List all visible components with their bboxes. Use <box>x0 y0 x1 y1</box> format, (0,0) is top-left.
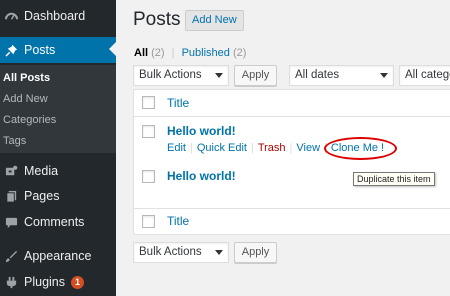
table-row: Hello world! Edit | Quick Edit | Trash | View |… <box>134 117 450 163</box>
apply-button-bottom[interactable]: Apply <box>234 242 277 263</box>
menu-plugins[interactable]: Plugins 1 <box>0 272 116 292</box>
menu-posts-label: Posts <box>24 43 56 57</box>
menu-media[interactable]: Media <box>0 161 116 181</box>
submenu-categories[interactable]: Categories <box>3 114 56 126</box>
table-header-row: Title <box>134 90 450 117</box>
menu-comments-label: Comments <box>24 215 85 229</box>
submenu-tags[interactable]: Tags <box>3 135 26 147</box>
comment-bubble-icon <box>4 215 18 229</box>
menu-posts[interactable]: Posts <box>0 37 116 63</box>
pages-icon <box>4 189 18 203</box>
plug-icon <box>4 275 18 289</box>
page-title: Posts <box>133 9 181 30</box>
filter-published-count: (2) <box>232 47 247 59</box>
paintbrush-icon <box>4 249 18 263</box>
chevron-down-icon <box>215 250 223 255</box>
status-filter-links: All (2) | Published (2) <box>134 47 246 59</box>
apply-button-top[interactable]: Apply <box>234 65 277 86</box>
submenu-all-posts[interactable]: All Posts <box>3 72 50 84</box>
pushpin-icon <box>4 43 18 57</box>
duplicate-tooltip: Duplicate this item <box>353 172 435 186</box>
highlight-ellipse <box>323 137 397 160</box>
clone-link-wrapper: Clone Me ! <box>323 137 397 160</box>
dashboard-icon <box>4 9 18 23</box>
menu-plugins-label: Plugins <box>24 275 65 289</box>
trash-link[interactable]: Trash <box>258 142 286 154</box>
bulk-actions-value: Bulk Actions <box>139 69 202 81</box>
view-link[interactable]: View <box>296 142 320 154</box>
current-menu-arrow <box>109 41 117 57</box>
menu-appearance[interactable]: Appearance <box>0 246 116 266</box>
filter-all-link[interactable]: All <box>134 47 148 59</box>
filter-published-link[interactable]: Published <box>182 47 230 59</box>
menu-pages[interactable]: Pages <box>0 186 116 206</box>
table-row: Hello world! <box>134 163 450 209</box>
date-filter-select[interactable]: All dates <box>289 65 394 86</box>
row-checkbox[interactable] <box>142 170 155 183</box>
select-all-checkbox[interactable] <box>142 96 155 109</box>
posts-table: Title Hello world! Edit | Quick Edit | Trash… <box>133 89 450 235</box>
media-icon <box>4 164 18 178</box>
edit-link[interactable]: Edit <box>167 142 186 154</box>
post-title-link[interactable]: Hello world! <box>167 124 236 138</box>
menu-appearance-label: Appearance <box>24 249 92 263</box>
row-actions: Edit | Quick Edit | Trash | View | Clone Me ! <box>167 137 397 160</box>
filter-all-count: (2) <box>151 47 165 59</box>
menu-dashboard[interactable]: Dashboard <box>0 6 116 26</box>
menu-pages-label: Pages <box>24 189 60 203</box>
menu-media-label: Media <box>24 164 59 178</box>
plugins-update-badge: 1 <box>71 275 84 289</box>
category-filter-select[interactable]: All catego <box>399 65 450 86</box>
bulk-actions-value: Bulk Actions <box>139 246 202 258</box>
table-footer-row: Title <box>134 209 450 236</box>
menu-dashboard-label: Dashboard <box>24 9 86 23</box>
filter-separator: | <box>171 47 175 59</box>
bulk-actions-select-bottom[interactable]: Bulk Actions <box>133 242 229 263</box>
action-separator: | <box>289 142 293 154</box>
select-all-checkbox-footer[interactable] <box>142 215 155 228</box>
row-checkbox[interactable] <box>142 125 155 138</box>
column-title-footer[interactable]: Title <box>167 214 189 228</box>
action-separator: | <box>189 142 193 154</box>
date-filter-value: All dates <box>295 69 340 81</box>
bulk-actions-select-top[interactable]: Bulk Actions <box>133 65 229 86</box>
posts-submenu: All Posts Add New Categories Tags <box>0 65 116 153</box>
column-title-header[interactable]: Title <box>167 96 189 110</box>
action-separator: | <box>250 142 254 154</box>
add-new-button[interactable]: Add New <box>185 10 244 31</box>
submenu-add-new[interactable]: Add New <box>3 93 48 105</box>
chevron-down-icon <box>215 73 223 78</box>
post-title-link[interactable]: Hello world! <box>167 169 236 183</box>
menu-comments[interactable]: Comments <box>0 212 116 232</box>
chevron-down-icon <box>380 73 388 78</box>
admin-sidebar: Dashboard Posts All Posts Add New Catego… <box>0 0 117 296</box>
quick-edit-link[interactable]: Quick Edit <box>197 142 247 154</box>
category-filter-value: All catego <box>405 69 450 81</box>
